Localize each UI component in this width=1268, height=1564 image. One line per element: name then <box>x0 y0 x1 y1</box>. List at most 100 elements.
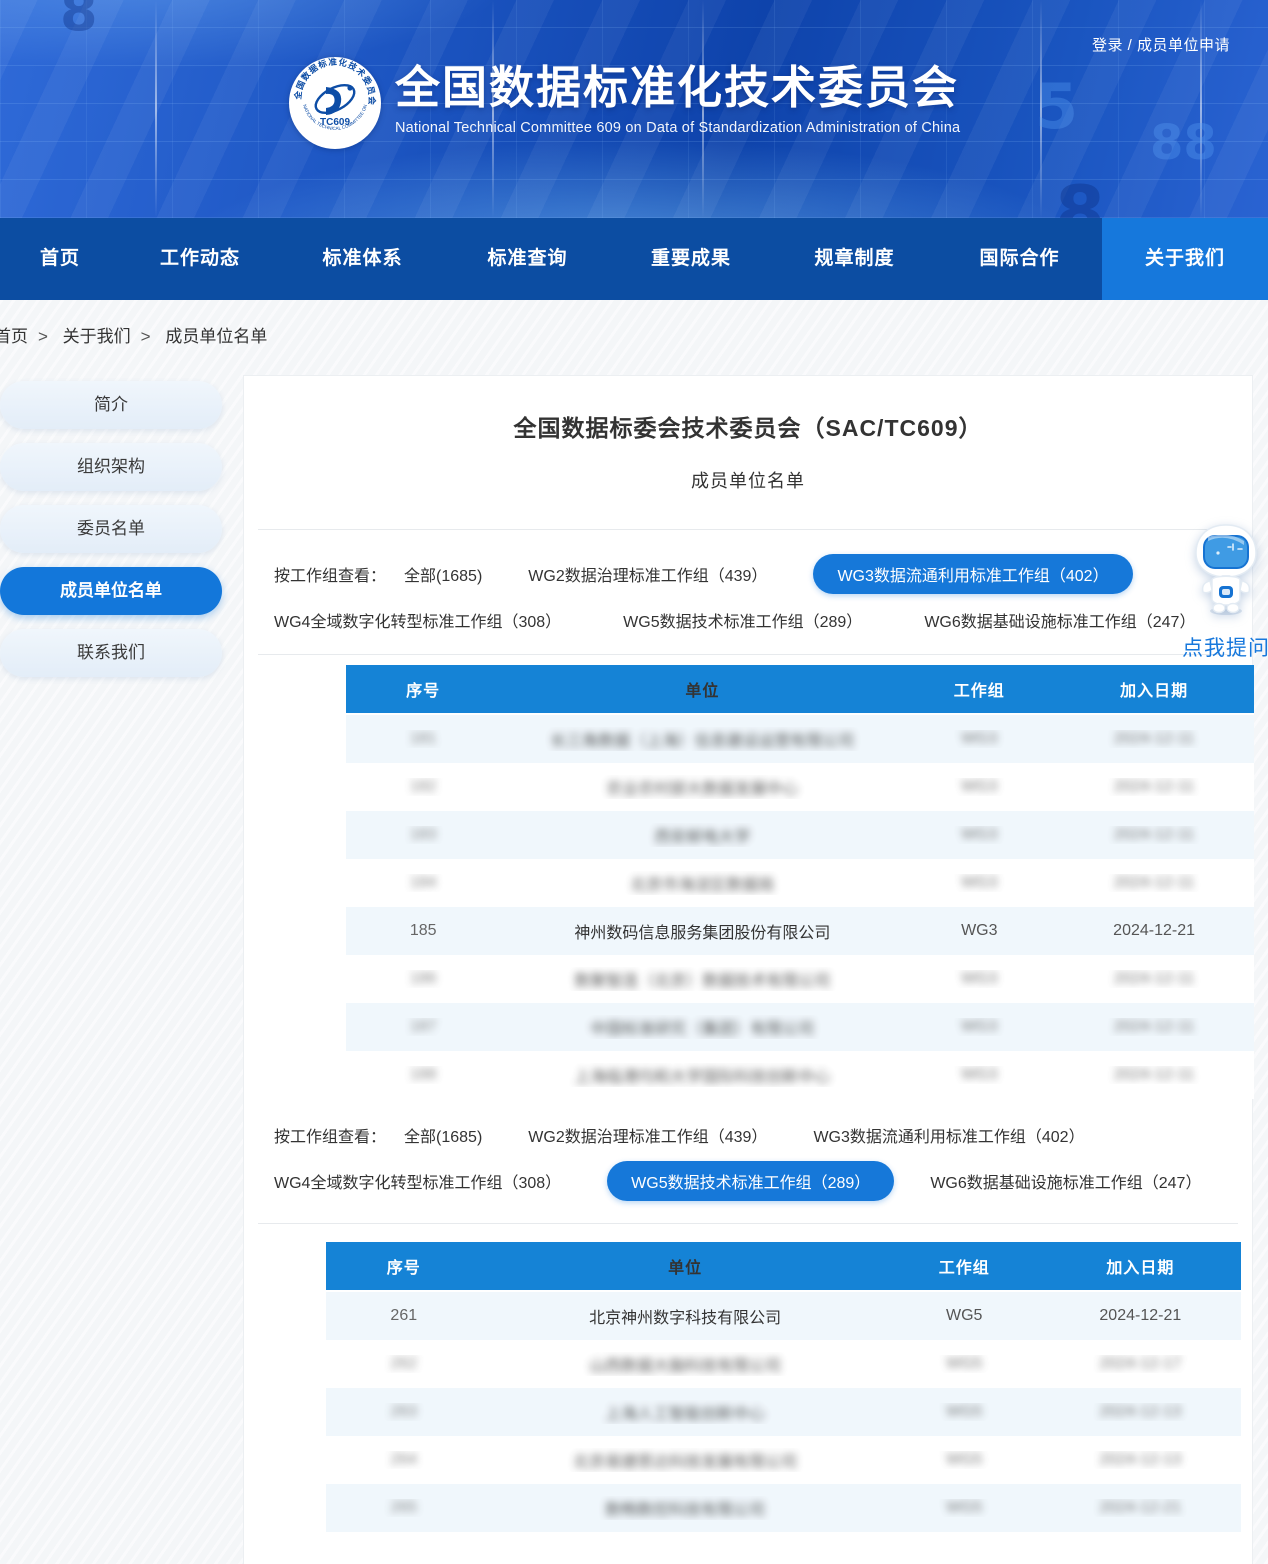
filter-label: 按工作组查看： <box>274 1123 386 1147</box>
cell-workgroup: WG3 <box>961 922 997 939</box>
cell-unit: 山西数据大脑科技有限公司 <box>589 1358 781 1375</box>
cell-unit: 神州数码信息服务集团股份有限公司 <box>574 925 830 942</box>
sidebar-item-member-units[interactable]: 成员单位名单 <box>0 567 222 615</box>
filter-section-wg5: 按工作组查看： 全部(1685) WG2数据治理标准工作组（439） WG3数据… <box>274 1123 1252 1201</box>
divider <box>258 654 1238 655</box>
cell-join-date: 2024-12-13 <box>1099 1451 1181 1468</box>
filter-option-all[interactable]: 全部(1685) <box>404 562 482 586</box>
table-row: 262 山西数据大脑科技有限公司 WG5 2024-12-17 <box>326 1340 1241 1388</box>
breadcrumb-separator: > <box>38 327 48 346</box>
nav-item-international[interactable]: 国际合作 <box>937 218 1102 300</box>
breadcrumb: 首页> 关于我们> 成员单位名单 <box>0 322 277 347</box>
page-subtitle: 成员单位名单 <box>244 467 1252 493</box>
cell-join-date: 2024-12-11 <box>1114 826 1195 843</box>
cell-join-date: 2024-12-11 <box>1114 1018 1195 1035</box>
cell-index: 262 <box>390 1355 417 1372</box>
bg-digit-decoration: 88 <box>1150 115 1217 171</box>
col-header-join-date: 加入日期 <box>1054 677 1254 701</box>
assistant-ask-me-link[interactable]: 点我提问 <box>1176 632 1268 662</box>
cell-join-date: 2024-12-11 <box>1114 730 1195 747</box>
cell-join-date: 2024-12-11 <box>1114 1066 1195 1083</box>
member-units-table-wg3: 序号 单位 工作组 加入日期 181 长三角数据（上海）信息建设运营有限公司 W… <box>346 665 1254 1099</box>
nav-item-standard-system[interactable]: 标准体系 <box>280 218 445 300</box>
cell-unit: 中国标准研究（集团）有限公司 <box>590 1021 814 1038</box>
nav-item-key-results[interactable]: 重要成果 <box>610 218 772 300</box>
site-logo[interactable]: 全国数据标准化技术委员会 NATIONAL TECHNICAL COMMITTE… <box>287 55 383 151</box>
cell-index: 183 <box>410 826 437 843</box>
cell-workgroup: WG3 <box>961 1018 997 1035</box>
cell-index: 186 <box>410 970 437 987</box>
filter-section-wg3: 按工作组查看： 全部(1685) WG2数据治理标准工作组（439） WG3数据… <box>274 554 1252 632</box>
cell-join-date: 2024-12-11 <box>1114 778 1195 795</box>
cell-unit: 北京易捷思达科技发展有限公司 <box>573 1454 797 1471</box>
bg-digit-decoration: 8 <box>1055 170 1105 218</box>
nav-item-work-news[interactable]: 工作动态 <box>120 218 280 300</box>
filter-option-wg6[interactable]: WG6数据基础设施标准工作组（247） <box>924 608 1195 632</box>
nav-item-rules[interactable]: 规章制度 <box>772 218 937 300</box>
cell-unit: 上海人工智能创新中心 <box>605 1406 765 1423</box>
table-row: 187 中国标准研究（集团）有限公司 WG3 2024-12-11 <box>346 1003 1254 1051</box>
cell-join-date: 2024-12-17 <box>1099 1355 1181 1372</box>
cell-workgroup: WG3 <box>961 874 997 891</box>
table-row-185: 185 神州数码信息服务集团股份有限公司 WG3 2024-12-21 <box>346 907 1254 955</box>
page-root: 5 8 88 8 登录 / 成员单位申请 全国数据标准化技术委员会 NATION… <box>0 0 1268 1564</box>
cell-unit: 长三角数据（上海）信息建设运营有限公司 <box>550 733 854 750</box>
cell-index: 181 <box>410 730 437 747</box>
table-row: 188 上海临港均和大学国际科技创新中心 WG3 2024-12-11 <box>346 1051 1254 1099</box>
site-header: 5 8 88 8 登录 / 成员单位申请 全国数据标准化技术委员会 NATION… <box>0 0 1268 218</box>
col-header-join-date: 加入日期 <box>1040 1254 1241 1278</box>
assistant-robot-icon[interactable] <box>1188 523 1264 628</box>
filter-option-all[interactable]: 全部(1685) <box>404 1123 482 1147</box>
table-row: 184 北京市海淀区数据局 WG3 2024-12-11 <box>346 859 1254 907</box>
cell-workgroup: WG3 <box>961 826 997 843</box>
cell-join-date: 2024-12-21 <box>1099 1307 1181 1324</box>
nav-item-standard-query[interactable]: 标准查询 <box>445 218 610 300</box>
filter-option-wg5-active[interactable]: WG5数据技术标准工作组（289） <box>607 1161 894 1201</box>
main-content: 全国数据标委会技术委员会（SAC/TC609） 成员单位名单 按工作组查看： 全… <box>243 375 1253 1564</box>
filter-option-wg2[interactable]: WG2数据治理标准工作组（439） <box>528 1123 767 1147</box>
filter-option-wg4[interactable]: WG4全域数字化转型标准工作组（308） <box>274 608 561 632</box>
table-header-row: 序号 单位 工作组 加入日期 <box>346 665 1254 715</box>
cell-index: 185 <box>410 922 437 939</box>
bg-digit-decoration: 8 <box>60 0 98 43</box>
nav-item-home[interactable]: 首页 <box>0 218 120 300</box>
cell-index: 182 <box>410 778 437 795</box>
cell-workgroup: WG5 <box>946 1451 982 1468</box>
nav-item-about-us[interactable]: 关于我们 <box>1102 218 1268 300</box>
member-units-table-wg5: 序号 单位 工作组 加入日期 261 北京神州数字科技有限公司 WG5 2024… <box>326 1242 1241 1532</box>
filter-option-wg2[interactable]: WG2数据治理标准工作组（439） <box>528 562 767 586</box>
cell-index: 265 <box>390 1499 417 1516</box>
filter-option-wg5[interactable]: WG5数据技术标准工作组（289） <box>623 608 862 632</box>
cell-index: 261 <box>390 1307 417 1324</box>
cell-workgroup: WG5 <box>946 1355 982 1372</box>
sidebar-item-committee-list[interactable]: 委员名单 <box>0 505 222 553</box>
filter-option-wg4[interactable]: WG4全域数字化转型标准工作组（308） <box>274 1169 561 1193</box>
cell-index: 184 <box>410 874 437 891</box>
filter-option-wg6[interactable]: WG6数据基础设施标准工作组（247） <box>930 1169 1201 1193</box>
col-header-workgroup: 工作组 <box>889 1254 1040 1278</box>
breadcrumb-about-us[interactable]: 关于我们 <box>63 327 131 346</box>
sidebar-item-org-structure[interactable]: 组织架构 <box>0 443 222 491</box>
logo-code: TC609 <box>320 117 350 128</box>
cell-workgroup: WG5 <box>946 1307 982 1324</box>
divider <box>258 1223 1238 1224</box>
cell-unit: 数畅数控科技有限公司 <box>605 1502 765 1519</box>
login-member-apply-link[interactable]: 登录 / 成员单位申请 <box>1092 34 1230 55</box>
cell-join-date: 2024-12-11 <box>1114 874 1195 891</box>
cell-workgroup: WG5 <box>946 1403 982 1420</box>
table-row: 186 数聚智连（北京）数据技术有限公司 WG3 2024-12-11 <box>346 955 1254 1003</box>
cell-unit: 农业农村部大数据发展中心 <box>606 781 798 798</box>
sidebar-item-intro[interactable]: 简介 <box>0 381 222 429</box>
table-row: 263 上海人工智能创新中心 WG5 2024-12-13 <box>326 1388 1241 1436</box>
table-row: 265 数畅数控科技有限公司 WG5 2024-12-21 <box>326 1484 1241 1532</box>
table-header-row: 序号 单位 工作组 加入日期 <box>326 1242 1241 1292</box>
divider <box>258 529 1238 530</box>
col-header-workgroup: 工作组 <box>904 677 1054 701</box>
filter-option-wg3-active[interactable]: WG3数据流通利用标准工作组（402） <box>813 554 1132 594</box>
filter-option-wg3[interactable]: WG3数据流通利用标准工作组（402） <box>813 1123 1084 1147</box>
table-row: 264 北京易捷思达科技发展有限公司 WG5 2024-12-13 <box>326 1436 1241 1484</box>
sidebar-item-contact-us[interactable]: 联系我们 <box>0 629 222 677</box>
breadcrumb-home[interactable]: 首页 <box>0 327 28 346</box>
cell-workgroup: WG5 <box>946 1499 982 1516</box>
sidebar: 简介 组织架构 委员名单 成员单位名单 联系我们 <box>0 381 222 691</box>
